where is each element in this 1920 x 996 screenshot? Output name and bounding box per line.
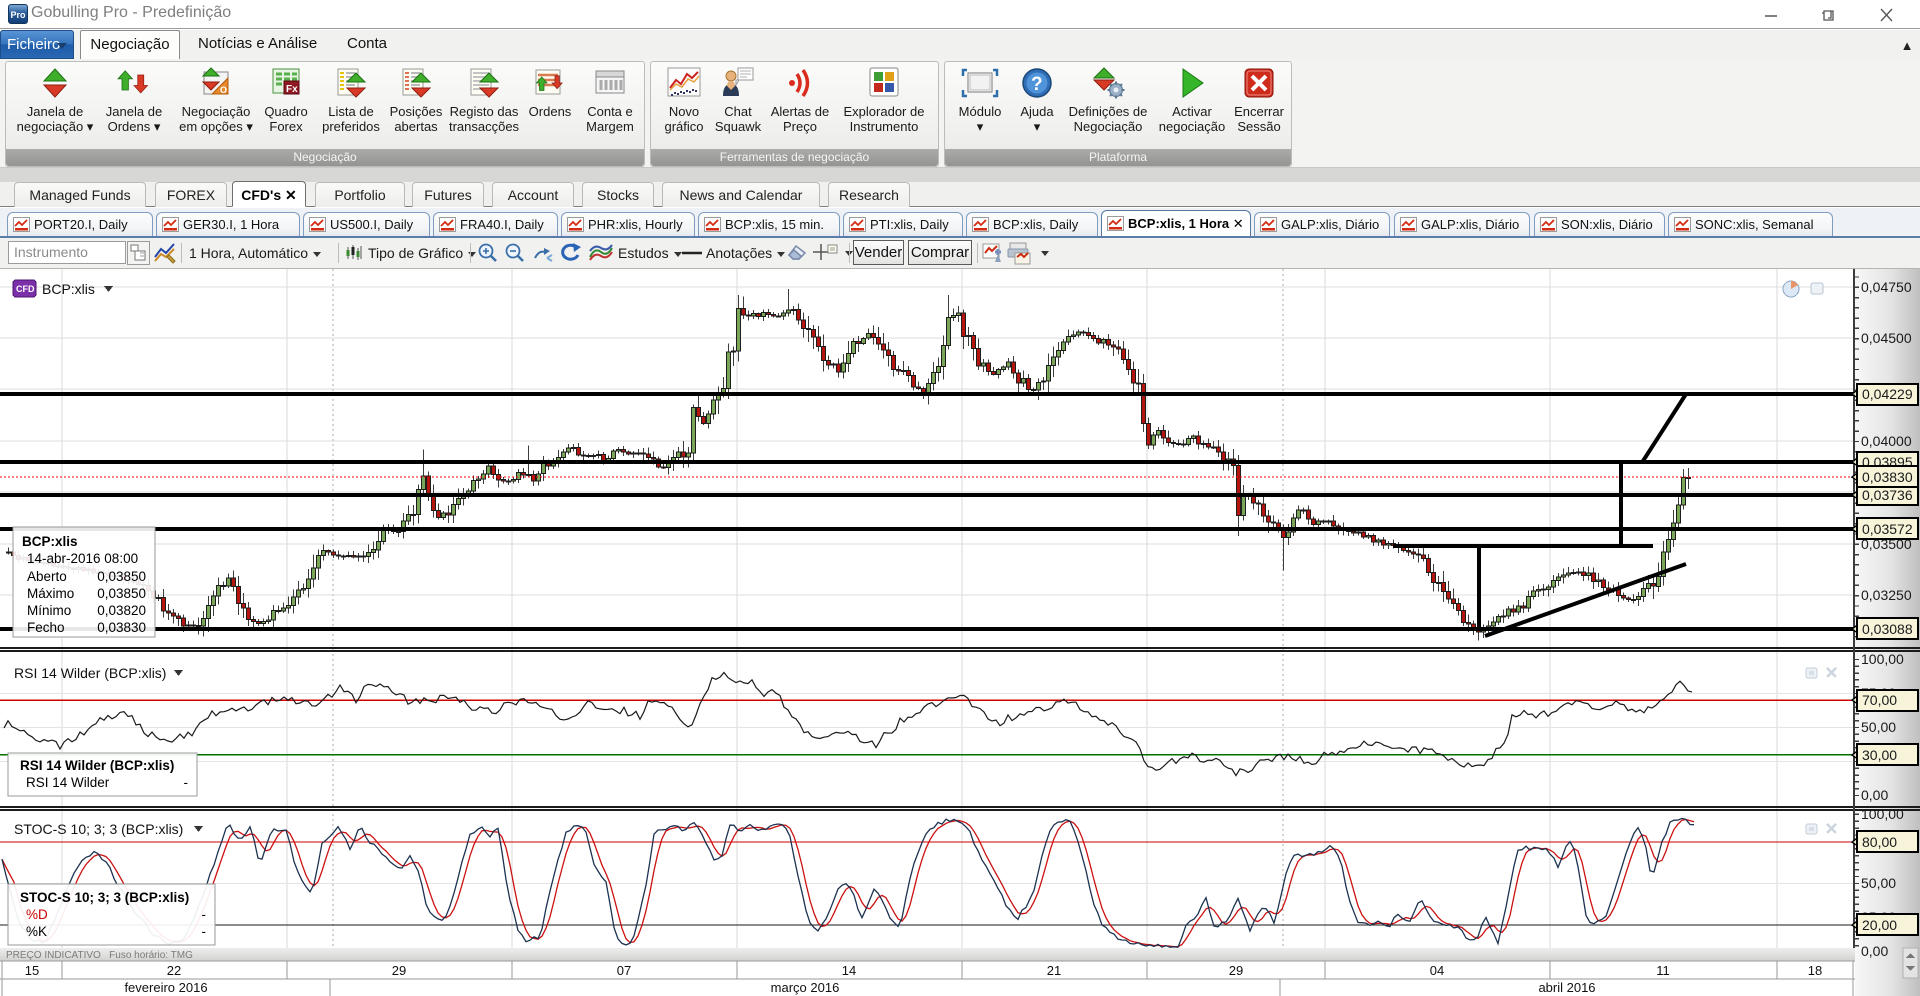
svg-text:0,03088: 0,03088: [1862, 621, 1913, 637]
svg-text:%K: %K: [26, 924, 47, 939]
svg-text:0,03850: 0,03850: [97, 569, 146, 584]
svg-text:50,00: 50,00: [1861, 719, 1896, 735]
svg-text:fevereiro 2016: fevereiro 2016: [124, 980, 207, 995]
svg-text:80,00: 80,00: [1862, 834, 1897, 850]
svg-text:BCP:xlis: BCP:xlis: [22, 534, 78, 549]
svg-text:abril 2016: abril 2016: [1538, 980, 1595, 995]
svg-text:RSI 14 Wilder: RSI 14 Wilder: [26, 775, 110, 790]
svg-text:março 2016: março 2016: [771, 980, 840, 995]
svg-text:Fecho: Fecho: [27, 620, 65, 635]
svg-text:STOC-S 10; 3; 3 (BCP:xlis): STOC-S 10; 3; 3 (BCP:xlis): [14, 821, 183, 837]
svg-text:O: O: [220, 85, 227, 95]
svg-text:BCP:xlis: BCP:xlis: [42, 281, 95, 297]
svg-text:70,00: 70,00: [1862, 692, 1897, 708]
svg-text:0,03572: 0,03572: [1862, 521, 1913, 537]
svg-text:0,03820: 0,03820: [97, 603, 146, 618]
svg-text:0,00: 0,00: [1861, 943, 1888, 959]
svg-text:30,00: 30,00: [1862, 747, 1897, 763]
svg-text:07: 07: [617, 963, 631, 978]
svg-text:14: 14: [842, 963, 856, 978]
svg-text:20,00: 20,00: [1862, 917, 1897, 933]
svg-text:-: -: [184, 775, 189, 790]
svg-text:0,03250: 0,03250: [1861, 587, 1912, 603]
svg-text:11: 11: [1656, 963, 1670, 978]
svg-text:Mínimo: Mínimo: [27, 603, 71, 618]
svg-text:50,00: 50,00: [1861, 875, 1896, 891]
svg-text:18: 18: [1808, 963, 1822, 978]
svg-text:0,04229: 0,04229: [1862, 386, 1913, 402]
svg-text:0,03830: 0,03830: [97, 620, 146, 635]
svg-text:PREÇO INDICATIVO Fuso horári: PREÇO INDICATIVO Fuso horário: TMG: [6, 950, 193, 961]
svg-text:0,04500: 0,04500: [1861, 330, 1912, 346]
svg-text:29: 29: [1229, 963, 1243, 978]
svg-text:21: 21: [1047, 963, 1061, 978]
svg-text:15: 15: [25, 963, 39, 978]
svg-text:0,04000: 0,04000: [1861, 433, 1912, 449]
svg-text:-: -: [202, 907, 207, 922]
svg-text:0,04750: 0,04750: [1861, 279, 1912, 295]
svg-text:0,00: 0,00: [1861, 787, 1888, 803]
svg-text:Fx: Fx: [286, 84, 298, 95]
svg-text:Aberto: Aberto: [27, 569, 67, 584]
svg-text:04: 04: [1430, 963, 1444, 978]
svg-text:-: -: [202, 924, 207, 939]
svg-text:0,03830: 0,03830: [1862, 469, 1913, 485]
svg-text:100,00: 100,00: [1861, 806, 1904, 822]
svg-text:RSI 14 Wilder (BCP:xlis): RSI 14 Wilder (BCP:xlis): [20, 758, 174, 773]
svg-text:%D: %D: [26, 907, 48, 922]
svg-text:0,03850: 0,03850: [97, 586, 146, 601]
svg-text:29: 29: [392, 963, 406, 978]
svg-text:?: ?: [1031, 74, 1043, 95]
svg-text:100,00: 100,00: [1861, 651, 1904, 667]
svg-text:Máximo: Máximo: [27, 586, 74, 601]
svg-text:0,03736: 0,03736: [1862, 487, 1913, 503]
svg-text:RSI 14 Wilder (BCP:xlis): RSI 14 Wilder (BCP:xlis): [14, 665, 166, 681]
svg-text:STOC-S 10; 3; 3 (BCP:xlis): STOC-S 10; 3; 3 (BCP:xlis): [20, 890, 189, 905]
svg-text:22: 22: [167, 963, 181, 978]
svg-text:14-abr-2016 08:00: 14-abr-2016 08:00: [27, 551, 138, 566]
svg-text:CFD: CFD: [16, 284, 35, 294]
